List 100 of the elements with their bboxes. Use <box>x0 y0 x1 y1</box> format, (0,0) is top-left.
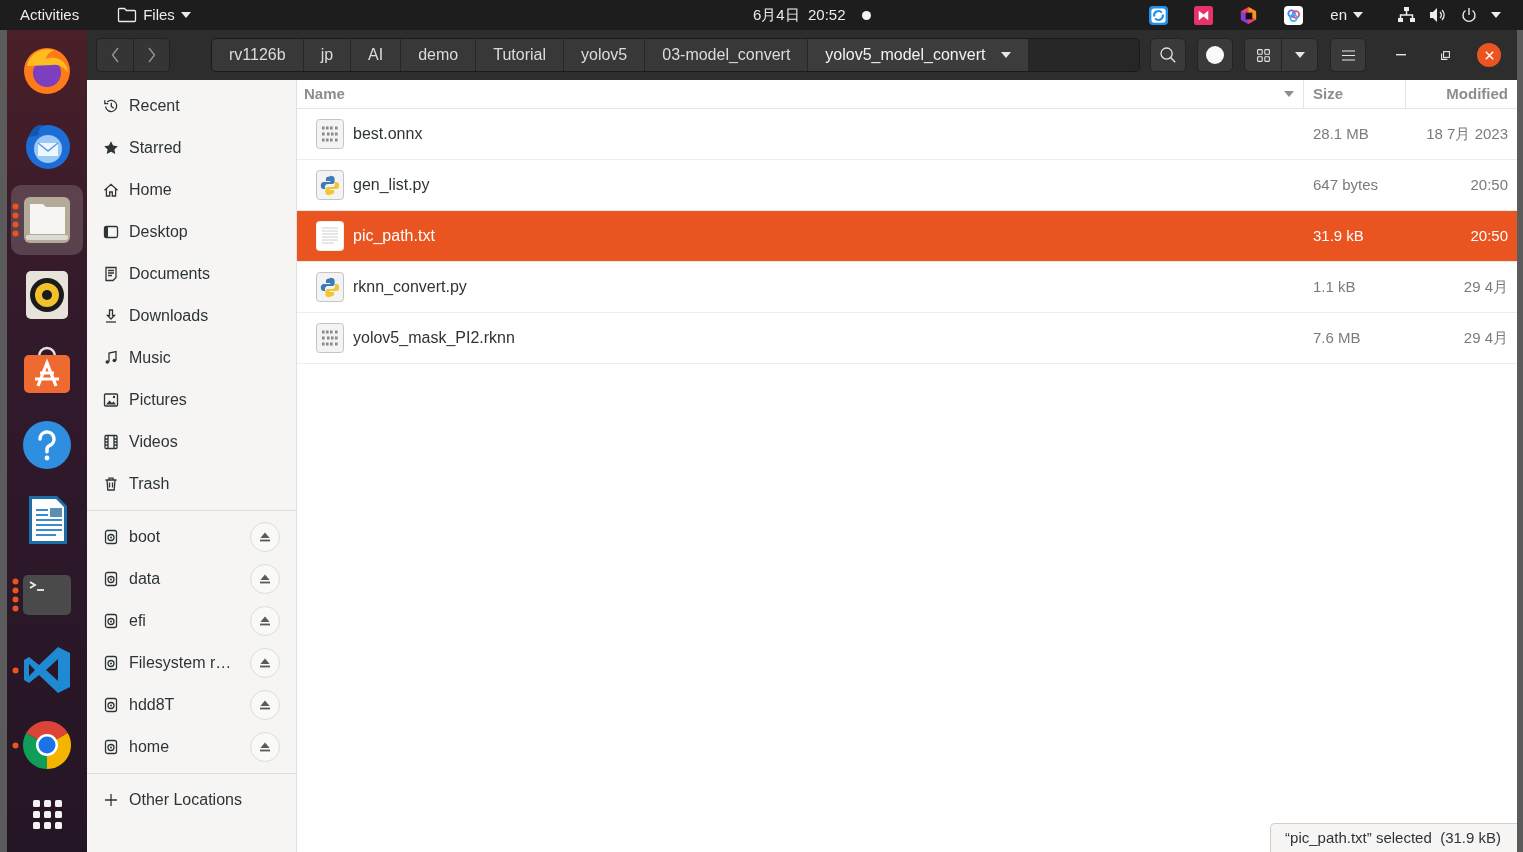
eject-button[interactable] <box>250 648 280 678</box>
eject-icon <box>260 616 270 626</box>
sidebar-item[interactable]: Other Locations <box>87 779 296 821</box>
eject-button[interactable] <box>250 732 280 762</box>
chevron-right-icon <box>147 47 156 63</box>
file-row[interactable]: best.onnx 28.1 MB 18 7月 2023 <box>297 109 1517 160</box>
file-modified: 20:50 <box>1470 175 1508 193</box>
help-icon <box>21 419 73 471</box>
sidebar-item[interactable]: efi <box>87 600 250 642</box>
operations-button[interactable] <box>1197 38 1233 72</box>
sidebar-item[interactable]: Trash <box>87 463 296 505</box>
eject-button[interactable] <box>250 564 280 594</box>
eject-button[interactable] <box>250 690 280 720</box>
sidebar-item[interactable]: Pictures <box>87 379 296 421</box>
document-icon <box>103 266 119 282</box>
path-segment-button[interactable]: AI <box>351 39 402 71</box>
dock-app-button[interactable] <box>11 185 83 255</box>
sidebar-item[interactable]: Documents <box>87 253 296 295</box>
binary-file-icon <box>315 118 345 150</box>
file-row[interactable]: rknn_convert.py 1.1 kB 29 4月 <box>297 262 1517 313</box>
selection-status: “pic_path.txt” selected (31.9 kB) <box>1270 822 1517 852</box>
eject-button[interactable] <box>250 606 280 636</box>
file-name: pic_path.txt <box>353 226 435 246</box>
drive-icon <box>103 655 119 671</box>
eject-icon <box>260 532 270 542</box>
sidebar-item[interactable]: Desktop <box>87 211 296 253</box>
back-button[interactable] <box>96 38 133 72</box>
drive-icon <box>103 571 119 587</box>
film-icon <box>103 434 119 450</box>
path-segment-button[interactable]: rv1126b <box>212 39 304 71</box>
path-segment-button[interactable]: jp <box>303 39 352 71</box>
search-icon <box>1160 47 1176 63</box>
python-file-icon <box>315 271 345 303</box>
caret-icon <box>1294 52 1305 58</box>
desktop-icon <box>103 224 119 240</box>
file-row[interactable]: yolov5_mask_PI2.rknn 7.6 MB 29 4月 <box>297 313 1517 364</box>
bowtie-icon[interactable] <box>1194 5 1214 25</box>
eject-icon <box>260 658 270 668</box>
download-icon <box>103 308 119 324</box>
language-button[interactable]: en <box>1322 1 1371 29</box>
caret-icon <box>180 12 191 18</box>
sidebar-item[interactable]: Home <box>87 169 296 211</box>
sidebar-item[interactable]: Recent <box>87 85 296 127</box>
music-note-icon <box>103 350 119 366</box>
sidebar-item[interactable]: Downloads <box>87 295 296 337</box>
file-name: best.onnx <box>353 124 423 144</box>
network-icon[interactable] <box>1398 7 1415 23</box>
app-menu-button[interactable]: Files <box>109 1 199 29</box>
rings-icon[interactable] <box>1284 5 1304 25</box>
file-modified: 18 7月 2023 <box>1426 124 1508 142</box>
browser-icon <box>21 719 73 771</box>
sidebar-item[interactable]: Filesystem r… <box>87 642 250 684</box>
file-size: 28.1 MB <box>1313 124 1369 142</box>
path-segment-button[interactable]: 03-model_convert <box>645 39 809 71</box>
path-segment-button[interactable]: Tutorial <box>476 39 564 71</box>
power-icon[interactable] <box>1461 7 1477 23</box>
file-name: gen_list.py <box>353 175 430 195</box>
sidebar-item[interactable]: data <box>87 558 250 600</box>
sidebar-item[interactable]: boot <box>87 516 250 558</box>
path-segment-button[interactable]: demo <box>401 39 477 71</box>
circular-arrows-icon[interactable] <box>1149 5 1169 25</box>
activities-button[interactable]: Activities <box>12 1 88 29</box>
chevron-left-icon <box>111 47 119 63</box>
file-size: 1.1 kB <box>1313 277 1356 295</box>
file-size: 31.9 kB <box>1313 226 1364 244</box>
caret-icon <box>1001 52 1012 58</box>
picture-icon <box>103 392 119 408</box>
caret-icon[interactable] <box>1491 12 1501 18</box>
drive-icon <box>103 613 119 629</box>
clock-button[interactable]: 6月4日 20:52 <box>745 1 879 29</box>
search-button[interactable] <box>1150 38 1186 72</box>
grid-view-button[interactable] <box>1244 38 1281 72</box>
close-button[interactable] <box>1477 43 1501 67</box>
file-modified: 29 4月 <box>1463 277 1508 295</box>
sidebar-item[interactable]: Videos <box>87 421 296 463</box>
close-icon <box>1484 50 1494 60</box>
volume-icon[interactable] <box>1429 7 1447 23</box>
view-options-button[interactable] <box>1281 38 1318 72</box>
menu-button[interactable] <box>1330 38 1366 72</box>
text-file-icon <box>315 220 345 252</box>
sidebar-item[interactable]: Music <box>87 337 296 379</box>
minimize-icon <box>1396 54 1406 56</box>
circle-icon <box>1206 46 1224 64</box>
restore-icon <box>1440 50 1450 60</box>
hexagon-icon[interactable] <box>1239 5 1259 25</box>
path-segment-button[interactable]: yolov5 <box>564 39 646 71</box>
sidebar-item[interactable]: home <box>87 726 250 768</box>
eject-icon <box>260 574 270 584</box>
sidebar-item[interactable]: Starred <box>87 127 296 169</box>
file-name: yolov5_mask_PI2.rknn <box>353 328 515 348</box>
plus-icon <box>103 792 119 808</box>
folder-icon <box>21 194 73 246</box>
path-segment-button[interactable]: yolov5_model_convert <box>808 39 1030 71</box>
file-row[interactable]: pic_path.txt 31.9 kB 20:50 <box>297 211 1517 262</box>
file-size: 647 bytes <box>1313 175 1379 193</box>
python-file-icon <box>315 169 345 201</box>
drive-icon <box>103 529 119 545</box>
eject-button[interactable] <box>250 522 280 552</box>
sidebar-item[interactable]: hdd8T <box>87 684 250 726</box>
menu-icon <box>1341 49 1355 61</box>
